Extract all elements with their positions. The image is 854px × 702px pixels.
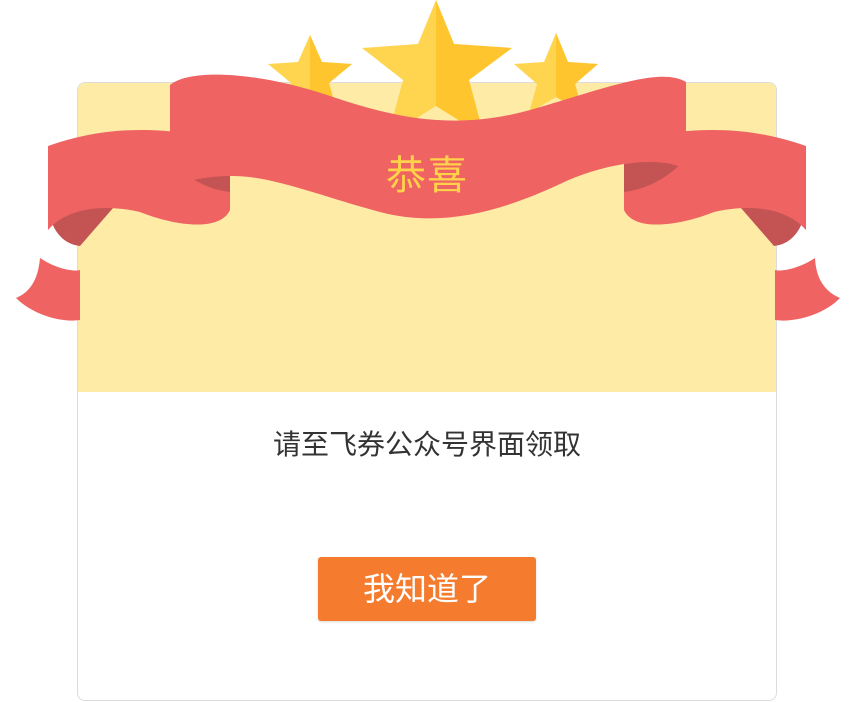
dialog-message: 请至飞券公众号界面领取 [272, 428, 581, 461]
ribbon-tail-left [16, 258, 80, 321]
confirm-button[interactable]: 我知道了 [318, 557, 536, 621]
dialog-title: 恭喜 [386, 153, 468, 199]
dialog-banner-background [78, 83, 776, 392]
ribbon-tail-right [775, 258, 840, 321]
congrats-dialog-stage: 恭喜 请至飞券公众号界面领取 我知道了 [0, 0, 854, 702]
